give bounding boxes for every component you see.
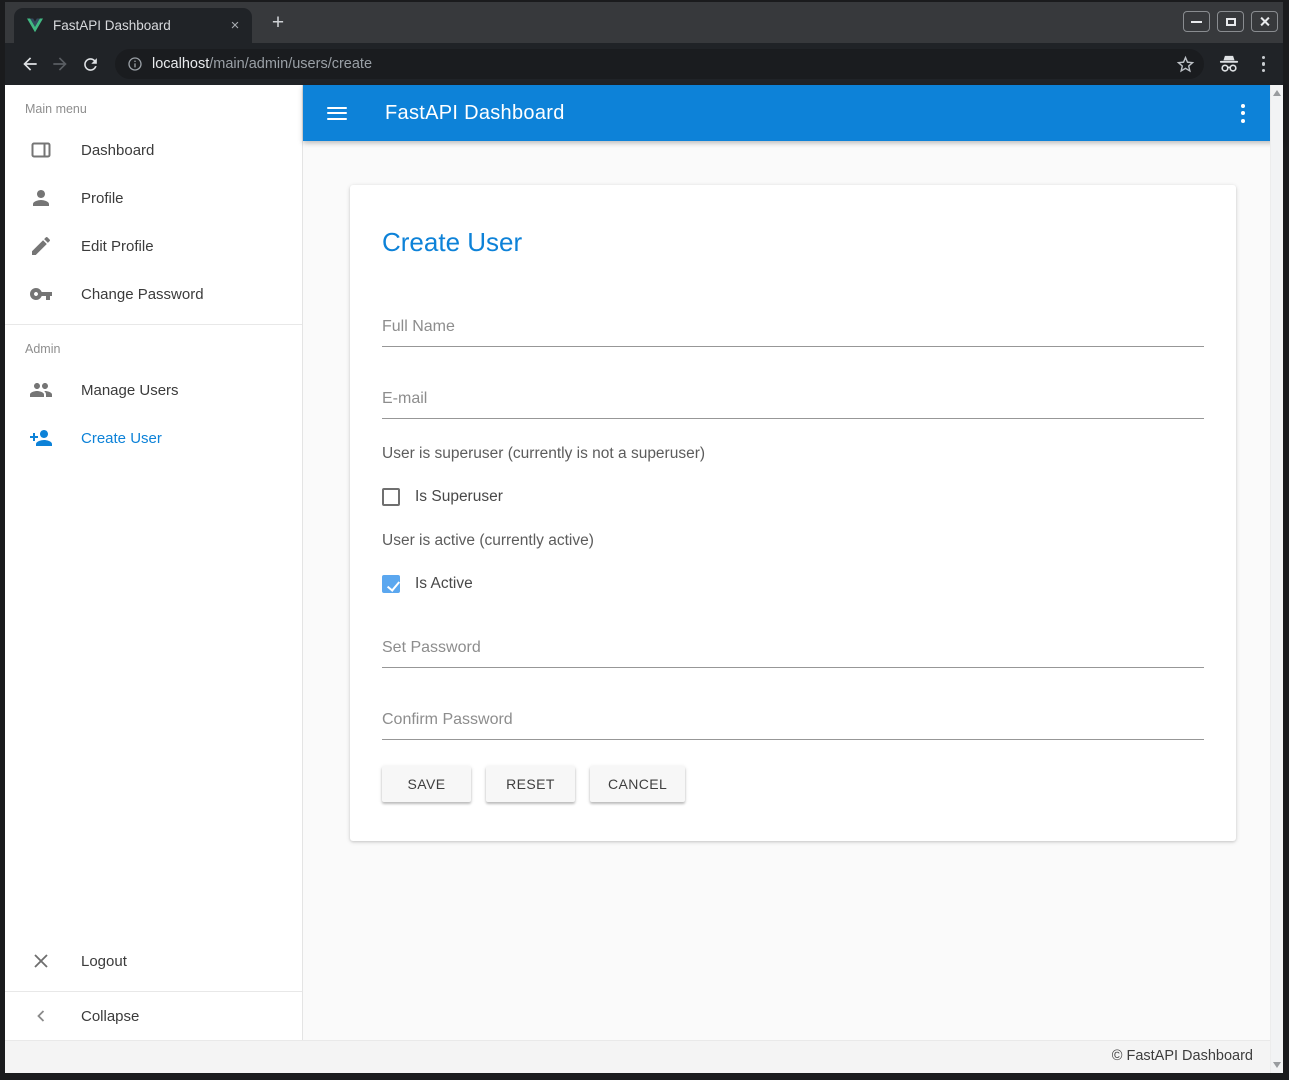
close-icon xyxy=(1259,16,1270,27)
full-name-input[interactable] xyxy=(382,318,1204,347)
is-superuser-checkbox-row[interactable]: Is Superuser xyxy=(382,488,1204,506)
chevron-left-icon xyxy=(29,1004,53,1028)
app-menu-button[interactable] xyxy=(1233,100,1253,127)
sidebar-item-label: Create User xyxy=(81,430,162,447)
checkbox-label: Is Active xyxy=(415,575,473,593)
hamburger-menu-icon[interactable] xyxy=(327,103,347,124)
new-tab-button[interactable]: + xyxy=(264,9,292,37)
app-viewport: Main menu Dashboard Profile xyxy=(5,85,1283,1073)
incognito-icon xyxy=(1218,54,1240,74)
reset-button[interactable]: RESET xyxy=(486,766,575,802)
maximize-button[interactable] xyxy=(1217,11,1244,32)
forward-button[interactable] xyxy=(45,49,75,79)
back-button[interactable] xyxy=(15,49,45,79)
dashboard-icon xyxy=(29,138,53,162)
checkbox-unchecked-icon[interactable] xyxy=(382,488,400,506)
browser-window: FastAPI Dashboard × + localho xyxy=(0,0,1289,1080)
superuser-hint: User is superuser (currently is not a su… xyxy=(382,445,1204,463)
password-field xyxy=(382,639,1204,668)
reload-button[interactable] xyxy=(75,49,105,79)
app-header: FastAPI Dashboard xyxy=(303,85,1283,141)
tab-strip: FastAPI Dashboard × + xyxy=(5,2,1283,43)
sidebar-section-label: Main menu xyxy=(5,85,302,126)
sidebar-item-label: Profile xyxy=(81,190,124,207)
scroll-down-icon[interactable] xyxy=(1273,1062,1281,1068)
close-icon xyxy=(29,949,53,973)
confirm-password-field xyxy=(382,711,1204,740)
checkbox-label: Is Superuser xyxy=(415,488,503,506)
sidebar-item-label: Manage Users xyxy=(81,382,179,399)
full-name-field xyxy=(382,318,1204,347)
page-content: Create User User is superuser (currently… xyxy=(303,141,1283,1040)
sidebar-item-label: Dashboard xyxy=(81,142,154,159)
vertical-scrollbar[interactable] xyxy=(1270,85,1283,1073)
app-title: FastAPI Dashboard xyxy=(385,102,1233,125)
sidebar-item-logout[interactable]: Logout xyxy=(5,937,302,985)
sidebar-item-edit-profile[interactable]: Edit Profile xyxy=(5,222,302,270)
tab-close-icon[interactable]: × xyxy=(226,17,244,35)
minimize-icon xyxy=(1191,21,1202,23)
sidebar-item-profile[interactable]: Profile xyxy=(5,174,302,222)
cancel-button[interactable]: CANCEL xyxy=(590,766,685,802)
password-input[interactable] xyxy=(382,639,1204,668)
maximize-icon xyxy=(1226,18,1236,26)
save-button[interactable]: SAVE xyxy=(382,766,471,802)
person-add-icon xyxy=(29,426,53,450)
footer-copyright: © FastAPI Dashboard xyxy=(5,1040,1283,1073)
window-controls xyxy=(1183,11,1278,32)
sidebar-item-manage-users[interactable]: Manage Users xyxy=(5,366,302,414)
key-icon xyxy=(29,282,53,306)
address-bar[interactable]: localhost/main/admin/users/create xyxy=(115,49,1204,79)
main-area: FastAPI Dashboard Create User xyxy=(303,85,1283,1040)
vue-logo-icon xyxy=(27,18,43,33)
reload-icon xyxy=(81,55,100,74)
sidebar-section-label: Admin xyxy=(5,325,302,366)
sidebar-item-collapse[interactable]: Collapse xyxy=(5,992,302,1040)
person-icon xyxy=(29,186,53,210)
people-icon xyxy=(29,378,53,402)
sidebar-item-label: Change Password xyxy=(81,286,204,303)
pencil-icon xyxy=(29,234,53,258)
scroll-up-icon[interactable] xyxy=(1273,90,1281,96)
info-icon[interactable] xyxy=(127,56,143,72)
url-text[interactable]: localhost/main/admin/users/create xyxy=(152,56,1175,72)
page-title: Create User xyxy=(382,227,1204,258)
active-hint: User is active (currently active) xyxy=(382,532,1204,550)
star-icon[interactable] xyxy=(1175,54,1196,75)
browser-tab[interactable]: FastAPI Dashboard × xyxy=(14,8,252,43)
browser-toolbar: localhost/main/admin/users/create xyxy=(5,43,1283,85)
forward-icon xyxy=(50,54,70,74)
email-field xyxy=(382,390,1204,419)
close-window-button[interactable] xyxy=(1251,11,1278,32)
sidebar-item-create-user[interactable]: Create User xyxy=(5,414,302,462)
form-actions: SAVE RESET CANCEL xyxy=(382,766,1204,802)
tab-title: FastAPI Dashboard xyxy=(53,18,226,33)
sidebar: Main menu Dashboard Profile xyxy=(5,85,303,1040)
checkbox-checked-icon[interactable] xyxy=(382,575,400,593)
back-icon xyxy=(20,54,40,74)
sidebar-item-change-password[interactable]: Change Password xyxy=(5,270,302,318)
is-active-checkbox-row[interactable]: Is Active xyxy=(382,575,1204,593)
sidebar-item-label: Collapse xyxy=(81,1008,139,1025)
create-user-card: Create User User is superuser (currently… xyxy=(350,185,1236,841)
email-input[interactable] xyxy=(382,390,1204,419)
sidebar-item-dashboard[interactable]: Dashboard xyxy=(5,126,302,174)
sidebar-item-label: Edit Profile xyxy=(81,238,154,255)
browser-menu-button[interactable] xyxy=(1256,56,1272,73)
sidebar-item-label: Logout xyxy=(81,953,127,970)
confirm-password-input[interactable] xyxy=(382,711,1204,740)
minimize-button[interactable] xyxy=(1183,11,1210,32)
